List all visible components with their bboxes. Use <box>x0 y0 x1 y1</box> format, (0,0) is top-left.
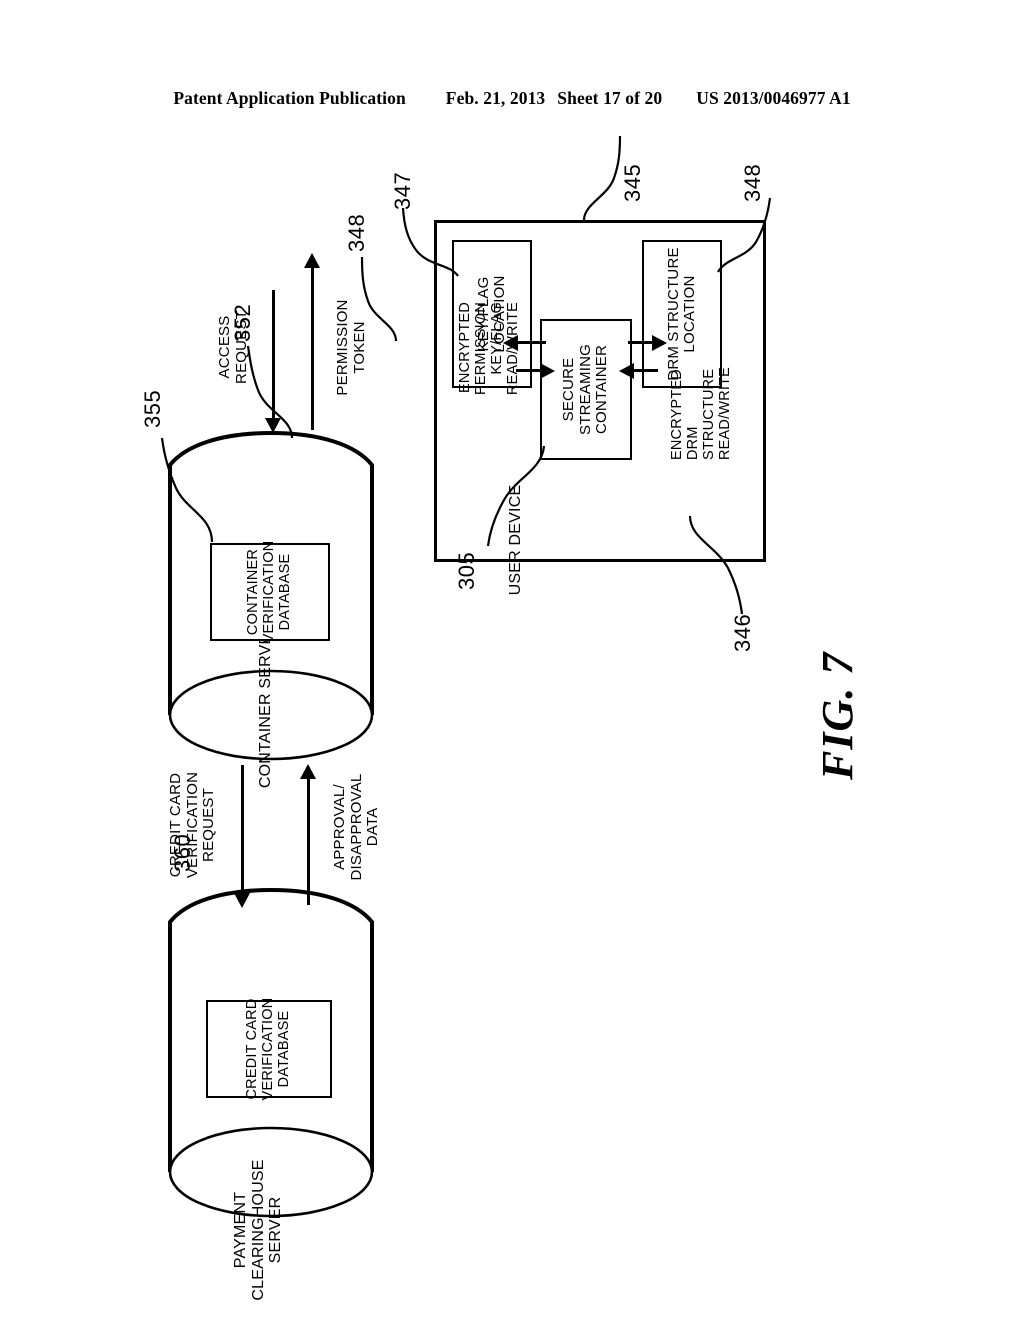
header-patent-number: US 2013/0046977 A1 <box>696 88 851 108</box>
container-verification-database-label: CONTAINER VERIFICATION DATABASE <box>245 540 293 644</box>
permission-token-arrowhead <box>304 253 320 268</box>
encrypted-drm-structure-label: ENCRYPTED DRM STRUCTURE READ/WRITE <box>669 366 733 460</box>
key-flag-location-leader <box>401 207 459 277</box>
encrypted-permission-key-flag-label: ENCRYPTED PERMISSION KEY/FLAG READ/WRITE <box>457 302 521 396</box>
credit-card-verification-database-label: CREDIT CARD VERIFICATION DATABASE <box>244 997 292 1101</box>
container-verification-database-leader <box>160 437 214 543</box>
secure-streaming-container-label: SECURE STREAMING CONTAINER <box>560 344 611 435</box>
access-request-line <box>272 290 275 420</box>
credit-card-verification-request-arrowhead <box>234 893 250 908</box>
container-verification-database-ref: 355 <box>140 389 165 428</box>
user-device-inner-ref: 345 <box>620 163 645 202</box>
figure-7-diagram: PAYMENT CLEARINGHOUSE SERVER 360 CREDIT CA… <box>122 130 902 1301</box>
drm-return-arrowhead <box>619 363 634 379</box>
credit-card-verification-request-label: CREDIT CARD VERIFICATION REQUEST <box>167 771 217 879</box>
access-request-label: ACCESS REQUEST <box>216 310 250 384</box>
page-header: Patent Application Publication Feb. 21, 2… <box>0 88 1024 109</box>
container-verification-database: CONTAINER VERIFICATION DATABASE <box>210 540 330 644</box>
drm-structure-location-ref: 348 <box>740 163 765 202</box>
approval-disapproval-data-line <box>307 777 310 905</box>
header-publication: Patent Application Publication <box>173 88 406 108</box>
key-flag-location-ref: 347 <box>390 171 415 210</box>
user-device-leader <box>688 515 744 615</box>
approval-disapproval-data-arrowhead <box>300 764 316 779</box>
figure-label: FIG. 7 <box>813 651 862 780</box>
permission-token-line <box>311 266 314 430</box>
payment-clearinghouse-server-label: PAYMENT CLEARINGHOUSE SERVER <box>232 1159 285 1301</box>
header-date: Feb. 21, 2013 <box>445 88 546 108</box>
key-flag-return-arrowhead <box>540 363 555 379</box>
access-request-arrowhead <box>265 418 281 433</box>
secure-streaming-container: SECURE STREAMING CONTAINER <box>540 319 632 460</box>
permission-token-ref: 348 <box>344 213 369 252</box>
drm-forward-arrowhead <box>652 335 667 351</box>
approval-disapproval-data-label: APPROVAL/DISAPPROVAL DATA <box>331 773 381 881</box>
drm-structure-location-leader <box>717 197 772 273</box>
secure-streaming-container-ref: 305 <box>454 551 479 590</box>
credit-card-verification-request-line <box>241 765 244 895</box>
header-sheet: Sheet 17 of 20 <box>557 88 663 108</box>
user-device-ref: 346 <box>730 613 755 652</box>
credit-card-verification-database: CREDIT CARD VERIFICATION DATABASE <box>206 997 332 1101</box>
secure-streaming-container-leader <box>486 445 546 547</box>
